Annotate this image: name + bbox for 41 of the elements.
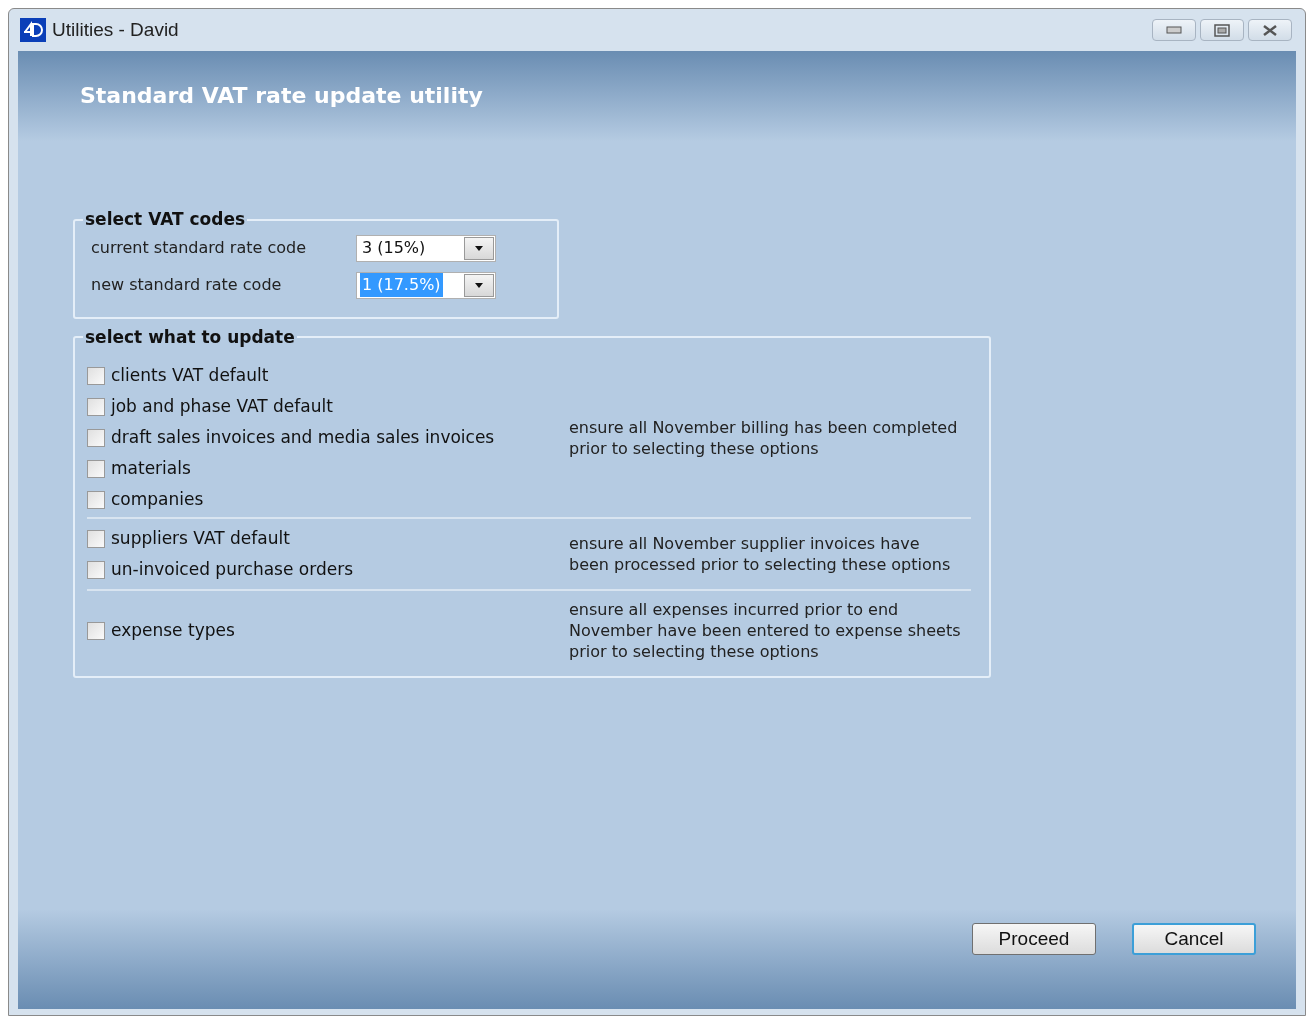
group-legend: select VAT codes (83, 207, 248, 233)
dropdown-value: 1 (17.5%) (360, 273, 443, 297)
option-label: clients VAT default (111, 363, 269, 387)
option-label: job and phase VAT default (111, 394, 333, 418)
rate-code-dropdown[interactable]: 3 (15%) (356, 234, 496, 262)
minimize-icon (1166, 26, 1182, 34)
close-button[interactable] (1248, 19, 1292, 41)
checkbox[interactable] (87, 366, 105, 385)
option-label: companies (111, 487, 204, 511)
option-note: ensure all expenses incurred prior to end November have been entered to expense sheets prior to selecting these options (569, 599, 961, 662)
dialog-button[interactable]: Proceed (972, 923, 1096, 955)
checkbox[interactable] (87, 529, 105, 548)
close-icon (1262, 23, 1278, 37)
group-legend: select what to update (83, 324, 297, 350)
option-label: materials (111, 456, 191, 480)
dropdown-value: 3 (15%) (361, 237, 427, 259)
window-title: Utilities - David (52, 17, 179, 42)
dropdown-button[interactable] (464, 273, 494, 297)
dropdown-button[interactable] (464, 236, 494, 260)
maximize-icon (1214, 23, 1230, 37)
dialog-button[interactable]: Cancel (1132, 923, 1256, 955)
checkbox[interactable] (87, 397, 105, 416)
option-note: ensure all November billing has been completed prior to selecting these options (569, 416, 959, 459)
field-label: current standard rate code (91, 237, 308, 259)
caret-icon (475, 282, 483, 288)
option-label: un-invoiced purchase orders (111, 557, 353, 581)
checkbox[interactable] (87, 621, 105, 640)
checkbox[interactable] (87, 490, 105, 509)
option-note: ensure all November supplier invoices have been processed prior to selecting these options (569, 533, 952, 575)
checkbox[interactable] (87, 459, 105, 478)
option-label: draft sales invoices and media sales invoices (111, 425, 495, 449)
maximize-button[interactable] (1200, 19, 1244, 41)
option-label: expense types (111, 618, 235, 642)
checkbox[interactable] (87, 428, 105, 447)
page-title: Standard VAT rate update utility (80, 83, 483, 108)
checkbox[interactable] (87, 560, 105, 579)
minimize-button[interactable] (1152, 19, 1196, 41)
caret-icon (475, 245, 483, 251)
app-logo-icon (20, 18, 46, 42)
option-label: suppliers VAT default (111, 526, 290, 550)
field-label: new standard rate code (91, 274, 283, 296)
